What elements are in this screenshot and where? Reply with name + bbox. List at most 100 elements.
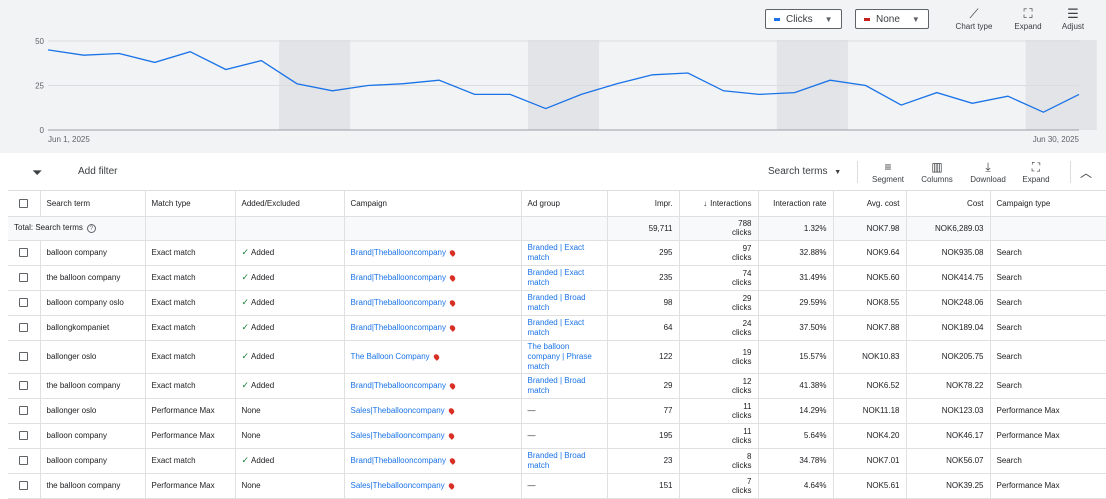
- row-checkbox[interactable]: [19, 298, 29, 308]
- help-icon[interactable]: ?: [86, 223, 96, 233]
- metric1-selector[interactable]: Clicks ▼: [765, 9, 842, 29]
- row-checkbox[interactable]: [19, 352, 29, 362]
- interactions-value: 8: [747, 451, 752, 461]
- row-checkbox[interactable]: [19, 248, 29, 258]
- added-excluded-cell: None: [235, 398, 345, 424]
- campaign-link[interactable]: Sales|Theballooncompany: [351, 406, 445, 415]
- search-term-cell: the balloon company: [40, 265, 146, 291]
- campaign-link[interactable]: Brand|Theballooncompany: [351, 456, 446, 465]
- total-empty-cell: [990, 216, 1106, 241]
- ad-group-link: —: [527, 430, 536, 440]
- ad-group-link[interactable]: Branded | Broad match: [528, 293, 586, 312]
- chart-type-button[interactable]: ⟋ Chart type: [949, 6, 999, 31]
- add-filter-button[interactable]: Add filter: [78, 166, 117, 177]
- header-cost[interactable]: Cost: [906, 191, 991, 217]
- row-checkbox[interactable]: [19, 381, 29, 391]
- header-interactions[interactable]: ↓ Interactions: [679, 191, 759, 217]
- header-impr[interactable]: Impr.: [607, 191, 680, 217]
- row-checkbox[interactable]: [19, 273, 29, 283]
- metric2-label: None: [876, 13, 900, 25]
- metric2-selector[interactable]: None ▼: [855, 9, 929, 29]
- campaign-link[interactable]: Sales|Theballooncompany: [351, 481, 445, 490]
- campaign-link[interactable]: Brand|Theballooncompany: [351, 323, 446, 332]
- select-all-checkbox[interactable]: [19, 198, 29, 208]
- added-excluded-label: None: [241, 406, 261, 415]
- check-icon: ✓: [241, 247, 250, 257]
- header-interaction-rate[interactable]: Interaction rate: [758, 191, 834, 217]
- interaction-rate-cell: 4.64%: [758, 473, 834, 499]
- segment-button[interactable]: ≡ Segment: [860, 159, 916, 184]
- campaign-cell: Brand|Theballooncompany: [344, 240, 522, 266]
- campaign-link[interactable]: Brand|Theballooncompany: [351, 273, 446, 282]
- ad-group-link[interactable]: Branded | Exact match: [528, 268, 585, 287]
- cost-cell: NOK205.75: [906, 340, 991, 374]
- chart-adjust-button[interactable]: ☰ Adjust: [1048, 6, 1098, 31]
- filter-icon[interactable]: ⏷: [32, 165, 42, 181]
- campaign-link[interactable]: The Balloon Company: [351, 352, 430, 361]
- campaign-link[interactable]: Brand|Theballooncompany: [351, 298, 446, 307]
- campaign-link[interactable]: Brand|Theballooncompany: [351, 248, 446, 257]
- ad-group-link[interactable]: Branded | Broad match: [528, 376, 586, 395]
- avg-cost-cell: NOK5.61: [833, 473, 907, 499]
- interactions-cell: 7 clicks: [679, 473, 759, 499]
- campaign-link[interactable]: Sales|Theballooncompany: [351, 431, 445, 440]
- interactions-value: 11: [743, 401, 752, 411]
- x-start-label: Jun 1, 2025: [48, 135, 90, 144]
- chevron-up-icon[interactable]: ︿: [1080, 164, 1092, 181]
- expand-icon: ⛶: [1031, 160, 1041, 174]
- row-checkbox[interactable]: [19, 431, 29, 441]
- cost-cell: NOK56.07: [906, 448, 991, 474]
- table-row: the balloon company Exact match ✓ Added Bran…: [8, 373, 1106, 399]
- impr-cell: 98: [607, 290, 680, 316]
- ad-group-link[interactable]: The balloon company | Phrase match: [528, 342, 592, 371]
- added-excluded-label: Added: [251, 298, 275, 307]
- chart-expand-button[interactable]: ⛶ Expand: [1003, 6, 1053, 31]
- ad-group-cell: Branded | Broad match: [521, 373, 608, 399]
- interactions-value: 29: [742, 293, 752, 303]
- ad-group-link[interactable]: Branded | Exact match: [528, 318, 585, 337]
- added-excluded-cell: ✓ Added: [235, 240, 345, 266]
- header-search-term[interactable]: Search term: [40, 191, 146, 217]
- row-checkbox[interactable]: [19, 456, 29, 466]
- header-avg-cost[interactable]: Avg. cost: [833, 191, 907, 217]
- row-checkbox[interactable]: [19, 323, 29, 333]
- campaign-type-cell: Performance Max: [990, 398, 1106, 424]
- ad-group-cell: —: [521, 423, 608, 449]
- search-term-cell: the balloon company: [40, 373, 146, 399]
- ad-group-link[interactable]: Branded | Broad match: [528, 451, 586, 470]
- table-row: balloon company Exact match ✓ Added Brand|Th…: [8, 240, 1106, 266]
- segment-dropdown[interactable]: Search terms ▼: [768, 166, 841, 177]
- cost-cell: NOK39.25: [906, 473, 991, 499]
- header-campaign-type[interactable]: Campaign type: [990, 191, 1106, 217]
- select-all-cell: [8, 191, 41, 217]
- interactions-unit: clicks: [731, 485, 752, 495]
- interactions-cell: 29 clicks: [679, 290, 759, 316]
- search-term-cell: the balloon company: [40, 473, 146, 499]
- interactions-unit: clicks: [731, 277, 752, 287]
- campaign-type-cell: Search: [990, 265, 1106, 291]
- row-checkbox[interactable]: [19, 406, 29, 416]
- header-match-type[interactable]: Match type: [145, 191, 236, 217]
- added-excluded-label: Added: [251, 456, 275, 465]
- toolbar-divider: [1070, 161, 1071, 183]
- row-select-cell: [8, 290, 41, 316]
- total-cost: NOK6,289.03: [906, 216, 991, 241]
- header-campaign[interactable]: Campaign: [344, 191, 522, 217]
- interactions-cell: 74 clicks: [679, 265, 759, 291]
- match-type-cell: Exact match: [145, 290, 236, 316]
- avg-cost-cell: NOK11.18: [833, 398, 907, 424]
- columns-button[interactable]: ▥ Columns: [909, 159, 965, 184]
- campaign-link[interactable]: Brand|Theballooncompany: [351, 381, 446, 390]
- row-checkbox[interactable]: [19, 481, 29, 491]
- expand-icon: ⛶: [1023, 6, 1033, 21]
- segment-dropdown-label: Search terms: [768, 166, 828, 177]
- added-excluded-label: Added: [251, 323, 275, 332]
- added-excluded-cell: None: [235, 473, 345, 499]
- pin-icon: [447, 432, 456, 440]
- total-avg-cost: NOK7.98: [833, 216, 907, 241]
- table-expand-button[interactable]: ⛶ Expand: [1008, 159, 1064, 184]
- ad-group-link[interactable]: Branded | Exact match: [528, 243, 585, 262]
- interactions-value: 74: [742, 268, 752, 278]
- header-added-excluded[interactable]: Added/Excluded: [235, 191, 345, 217]
- header-ad-group[interactable]: Ad group: [521, 191, 608, 217]
